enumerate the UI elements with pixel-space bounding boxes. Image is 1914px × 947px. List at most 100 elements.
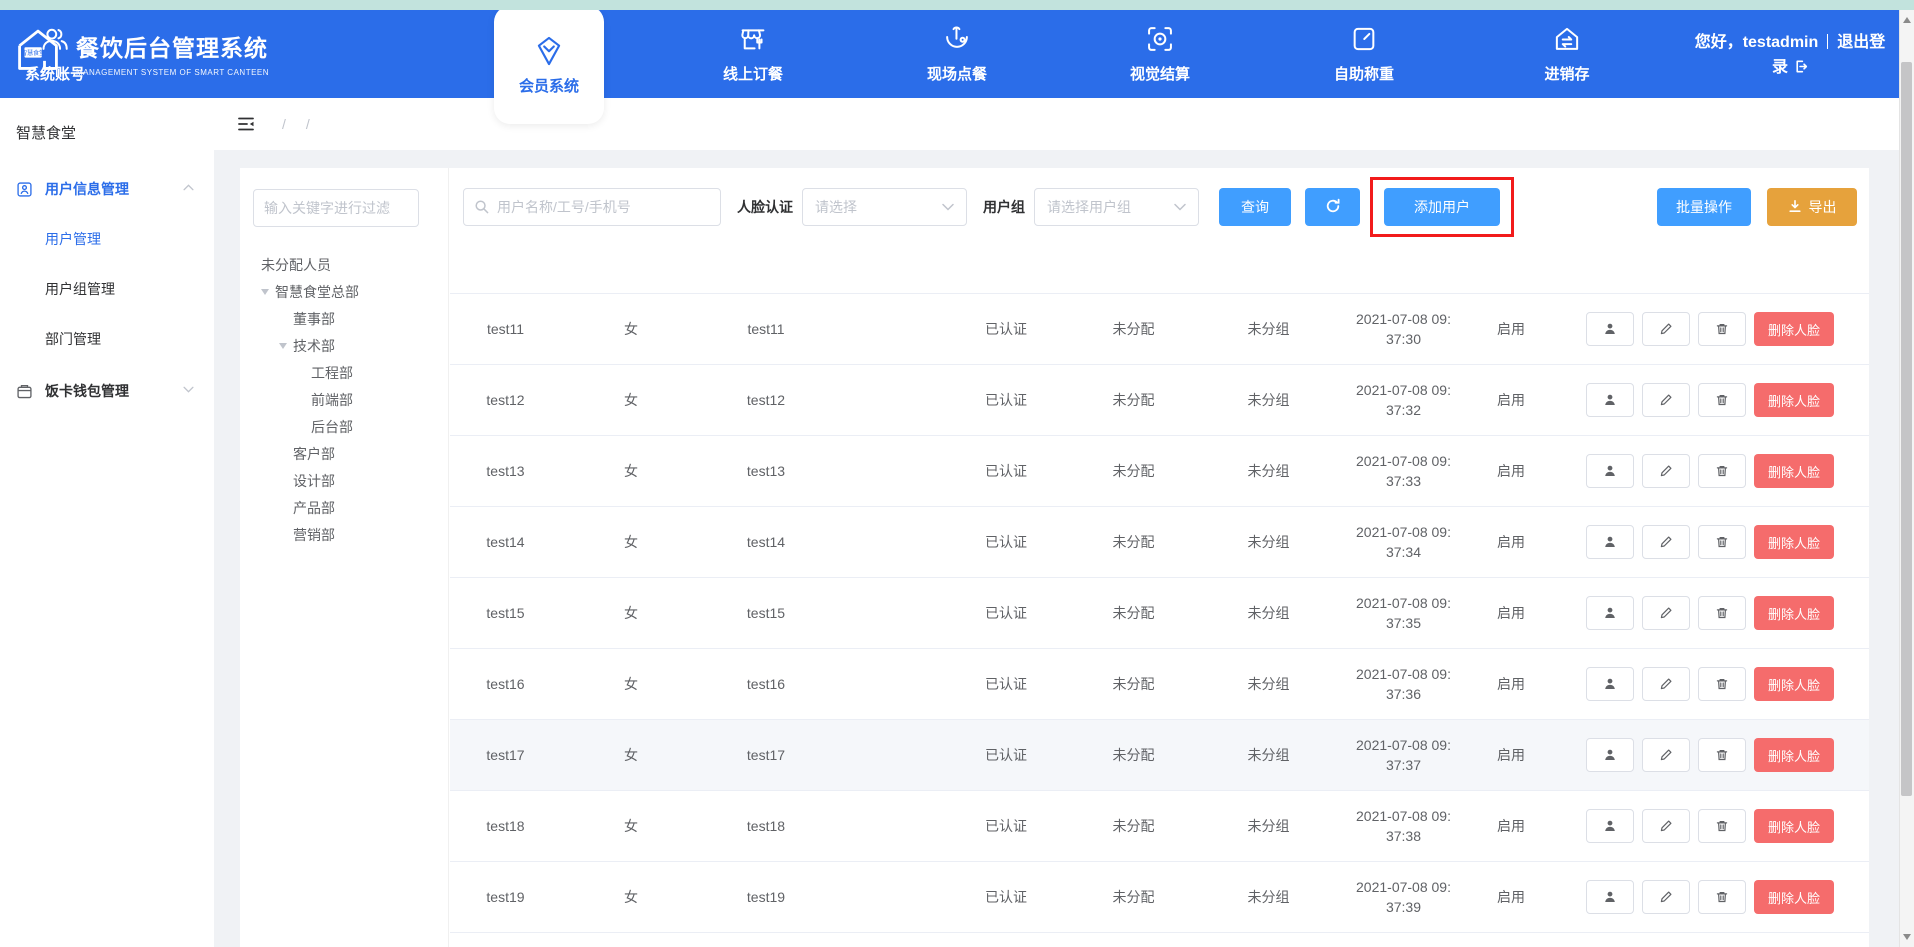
edit-user-button[interactable] (1642, 809, 1690, 843)
delete-user-button[interactable] (1698, 596, 1746, 630)
cell-department: 未分配 (1066, 674, 1201, 694)
cell-face-auth: 已认证 (946, 887, 1066, 907)
edit-user-button[interactable] (1642, 667, 1690, 701)
cell-face-auth: 已认证 (946, 816, 1066, 836)
sidebar-item-user-info-management[interactable]: 用户信息管理 (0, 175, 214, 203)
caret-down-icon[interactable] (261, 289, 275, 295)
refresh-button[interactable] (1305, 188, 1360, 226)
cell-register-time: 2021-07-08 09: 37:34 (1336, 522, 1471, 562)
delete-face-button[interactable]: 删除人脸 (1754, 667, 1834, 701)
delete-face-button[interactable]: 删除人脸 (1754, 383, 1834, 417)
person-icon (1603, 322, 1617, 336)
cell-emp-id: test14 (701, 534, 831, 550)
tree-node[interactable]: 智慧食堂总部 (253, 278, 448, 305)
sidebar-collapse-icon[interactable] (236, 114, 256, 134)
delete-face-button[interactable]: 删除人脸 (1754, 738, 1834, 772)
cell-emp-id: test11 (701, 321, 831, 337)
trash-icon (1715, 464, 1729, 478)
export-button[interactable]: 导出 (1767, 188, 1857, 226)
breadcrumb-item[interactable] (272, 116, 296, 132)
top-nav-item-visual-checkout[interactable]: 视觉结算 (1105, 18, 1215, 98)
scroll-down-arrow[interactable] (1903, 934, 1911, 940)
top-nav-item-member-system[interactable]: 会员系统 (494, 6, 604, 124)
tree-node[interactable]: 设计部 (253, 467, 448, 494)
tree-filter-input[interactable] (253, 189, 419, 227)
top-nav-item-online-order[interactable]: 线上订餐 (698, 18, 808, 98)
breadcrumb-item[interactable] (296, 116, 320, 132)
delete-user-button[interactable] (1698, 454, 1746, 488)
cell-emp-id: test17 (701, 747, 831, 763)
table-header-row (450, 249, 1869, 294)
logout-icon[interactable] (1788, 59, 1808, 76)
edit-user-button[interactable] (1642, 525, 1690, 559)
top-nav-item-onsite-order[interactable]: 现场点餐 (902, 18, 1012, 98)
top-nav-item-self-weigh[interactable]: 自助称重 (1309, 18, 1419, 98)
tree-node[interactable]: 前端部 (253, 386, 448, 413)
search-input[interactable] (463, 188, 721, 226)
page-scrollbar[interactable] (1899, 10, 1914, 947)
tree-node[interactable]: 董事部 (253, 305, 448, 332)
tree-node[interactable]: 技术部 (253, 332, 448, 359)
sidebar-subitem[interactable]: 部门管理 (0, 325, 214, 353)
edit-user-button[interactable] (1642, 383, 1690, 417)
breadcrumb (272, 116, 320, 132)
delete-user-button[interactable] (1698, 880, 1746, 914)
user-detail-button[interactable] (1586, 880, 1634, 914)
scroll-up-arrow[interactable] (1903, 17, 1911, 23)
user-detail-button[interactable] (1586, 312, 1634, 346)
delete-face-button[interactable]: 删除人脸 (1754, 312, 1834, 346)
sidebar-subitem[interactable]: 用户组管理 (0, 275, 214, 303)
edit-user-button[interactable] (1642, 596, 1690, 630)
tree-node[interactable]: 工程部 (253, 359, 448, 386)
batch-operations-button[interactable]: 批量操作 (1657, 188, 1751, 226)
user-detail-button[interactable] (1586, 738, 1634, 772)
sidebar-item-meal-card-wallet[interactable]: 饭卡钱包管理 (0, 377, 214, 405)
user-detail-button[interactable] (1586, 454, 1634, 488)
top-nav-item-system-account[interactable]: 系统账号 (0, 18, 110, 98)
cell-register-time: 2021-07-08 09: 37:30 (1336, 309, 1471, 349)
add-user-button[interactable]: 添加用户 (1384, 188, 1500, 226)
delete-face-button[interactable]: 删除人脸 (1754, 880, 1834, 914)
user-group-select[interactable]: 请选择用户组 (1034, 188, 1199, 226)
delete-face-button[interactable]: 删除人脸 (1754, 454, 1834, 488)
delete-user-button[interactable] (1698, 312, 1746, 346)
edit-user-button[interactable] (1642, 880, 1690, 914)
user-detail-button[interactable] (1586, 596, 1634, 630)
scrollbar-thumb[interactable] (1901, 62, 1912, 796)
delete-user-button[interactable] (1698, 525, 1746, 559)
tree-node[interactable]: 产品部 (253, 494, 448, 521)
cell-face-auth: 已认证 (946, 745, 1066, 765)
user-detail-button[interactable] (1586, 525, 1634, 559)
download-icon (1788, 199, 1802, 216)
sidebar-subitem[interactable]: 用户管理 (0, 225, 214, 253)
cell-gender: 女 (561, 816, 701, 836)
delete-face-button[interactable]: 删除人脸 (1754, 596, 1834, 630)
face-auth-select[interactable]: 请选择 (802, 188, 967, 226)
user-detail-button[interactable] (1586, 383, 1634, 417)
self-weigh-icon (1348, 23, 1380, 55)
delete-user-button[interactable] (1698, 809, 1746, 843)
cell-emp-id: test19 (701, 889, 831, 905)
caret-down-icon[interactable] (279, 343, 293, 349)
tree-node[interactable]: 营销部 (253, 521, 448, 548)
delete-user-button[interactable] (1698, 383, 1746, 417)
user-detail-button[interactable] (1586, 667, 1634, 701)
delete-user-button[interactable] (1698, 738, 1746, 772)
cell-user-group: 未分组 (1201, 816, 1336, 836)
top-nav-item-inventory[interactable]: 进销存 (1512, 18, 1622, 98)
tree-node[interactable]: 未分配人员 (253, 251, 448, 278)
edit-user-button[interactable] (1642, 738, 1690, 772)
tree-node[interactable]: 客户部 (253, 440, 448, 467)
user-detail-button[interactable] (1586, 809, 1634, 843)
edit-user-button[interactable] (1642, 312, 1690, 346)
delete-user-button[interactable] (1698, 667, 1746, 701)
edit-user-button[interactable] (1642, 454, 1690, 488)
cell-gender: 女 (561, 603, 701, 623)
delete-face-button[interactable]: 删除人脸 (1754, 809, 1834, 843)
query-button[interactable]: 查询 (1219, 188, 1291, 226)
delete-face-button[interactable]: 删除人脸 (1754, 525, 1834, 559)
cell-user-group: 未分组 (1201, 745, 1336, 765)
inventory-icon (1551, 23, 1583, 55)
tree-node[interactable]: 后台部 (253, 413, 448, 440)
sidebar-title: 智慧食堂 (0, 98, 214, 143)
